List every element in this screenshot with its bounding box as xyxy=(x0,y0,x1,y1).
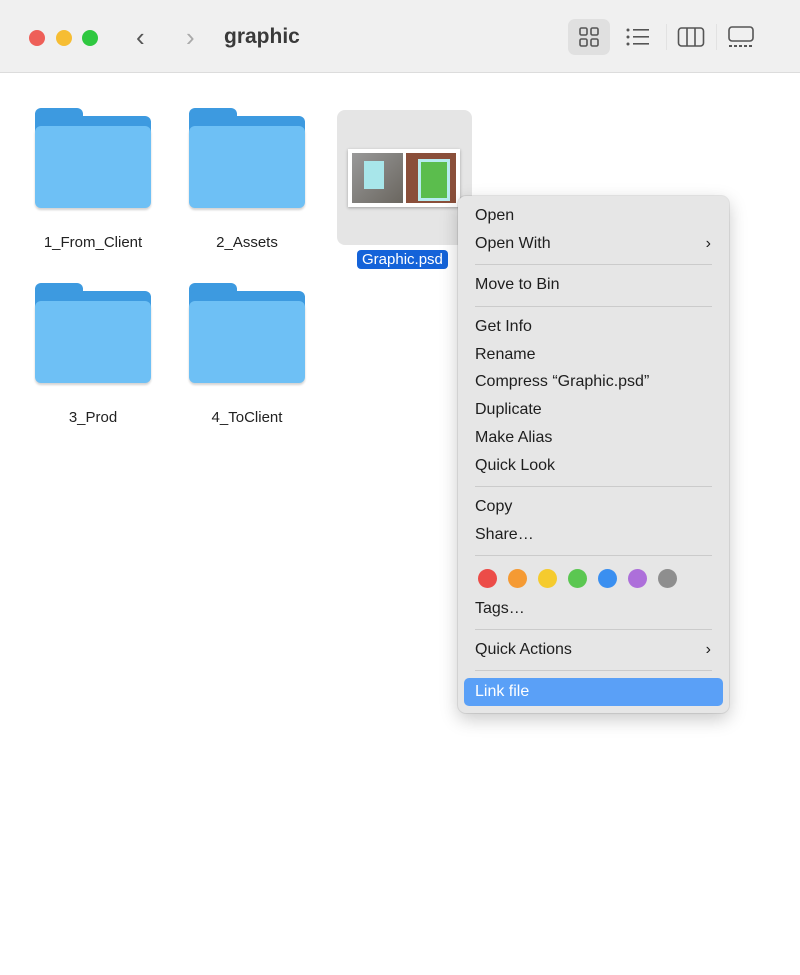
folder-icon xyxy=(33,108,153,208)
menu-item-link-file[interactable]: Link file xyxy=(464,678,723,706)
folder-label: 3_Prod xyxy=(23,409,163,426)
menu-separator xyxy=(464,549,723,563)
menu-item-label: Share… xyxy=(475,526,534,543)
close-button[interactable] xyxy=(29,30,45,46)
tag-yellow[interactable] xyxy=(538,569,557,588)
menu-item-move-to-bin[interactable]: Move to Bin xyxy=(464,271,723,299)
grid-icon xyxy=(578,26,600,48)
menu-item-label: Compress “Graphic.psd” xyxy=(475,373,649,390)
menu-item-label: Open With xyxy=(475,235,551,252)
divider xyxy=(716,24,717,50)
menu-separator xyxy=(464,664,723,678)
file-label[interactable]: Graphic.psd xyxy=(357,250,448,269)
tag-green[interactable] xyxy=(568,569,587,588)
menu-item-duplicate[interactable]: Duplicate xyxy=(464,396,723,424)
list-view-button[interactable] xyxy=(617,19,659,55)
folder-label: 2_Assets xyxy=(177,234,317,251)
folder-item[interactable]: 4_ToClient xyxy=(177,283,317,426)
folder-item[interactable]: 3_Prod xyxy=(23,283,163,426)
column-view-button[interactable] xyxy=(670,19,712,55)
menu-item-label: Duplicate xyxy=(475,401,542,418)
back-button[interactable]: ‹ xyxy=(136,22,145,53)
menu-item-tags[interactable]: Tags… xyxy=(464,595,723,623)
context-menu: Open Open With › Move to Bin Get Info Ren… xyxy=(458,196,729,713)
menu-separator xyxy=(464,257,723,271)
maximize-button[interactable] xyxy=(82,30,98,46)
file-thumbnail xyxy=(348,149,460,207)
tag-gray[interactable] xyxy=(658,569,677,588)
chevron-right-icon: › xyxy=(706,230,711,258)
tag-orange[interactable] xyxy=(508,569,527,588)
window-title: graphic xyxy=(224,25,300,49)
menu-item-quick-actions[interactable]: Quick Actions › xyxy=(464,636,723,664)
folder-icon xyxy=(33,283,153,383)
tag-colors xyxy=(464,563,723,595)
minimize-button[interactable] xyxy=(56,30,72,46)
tag-red[interactable] xyxy=(478,569,497,588)
menu-item-label: Copy xyxy=(475,498,512,515)
list-icon xyxy=(625,26,651,48)
folder-item[interactable]: 2_Assets xyxy=(177,108,317,251)
icon-view-button[interactable] xyxy=(568,19,610,55)
folder-item[interactable]: 1_From_Client xyxy=(23,108,163,251)
menu-item-copy[interactable]: Copy xyxy=(464,493,723,521)
divider xyxy=(666,24,667,50)
folder-label: 4_ToClient xyxy=(177,409,317,426)
menu-item-label: Quick Look xyxy=(475,457,555,474)
menu-item-open[interactable]: Open xyxy=(464,202,723,230)
gallery-icon xyxy=(727,25,755,49)
chevron-right-icon: › xyxy=(706,636,711,664)
folder-icon xyxy=(187,108,307,208)
menu-item-label: Move to Bin xyxy=(475,276,559,293)
menu-separator xyxy=(464,299,723,313)
forward-button[interactable]: › xyxy=(186,22,195,53)
menu-item-label: Rename xyxy=(475,346,535,363)
menu-item-open-with[interactable]: Open With › xyxy=(464,230,723,258)
menu-item-label: Make Alias xyxy=(475,429,552,446)
menu-item-label: Get Info xyxy=(475,318,532,335)
menu-item-make-alias[interactable]: Make Alias xyxy=(464,424,723,452)
menu-separator xyxy=(464,622,723,636)
tag-purple[interactable] xyxy=(628,569,647,588)
folder-label: 1_From_Client xyxy=(23,234,163,251)
menu-item-label: Link file xyxy=(475,683,529,700)
gallery-view-button[interactable] xyxy=(720,19,762,55)
menu-item-label: Open xyxy=(475,207,514,224)
folder-icon xyxy=(187,283,307,383)
toolbar: ‹ › graphic xyxy=(0,0,800,73)
tag-blue[interactable] xyxy=(598,569,617,588)
menu-item-get-info[interactable]: Get Info xyxy=(464,313,723,341)
menu-separator xyxy=(464,479,723,493)
menu-item-label: Quick Actions xyxy=(475,641,572,658)
menu-item-compress[interactable]: Compress “Graphic.psd” xyxy=(464,368,723,396)
menu-item-quick-look[interactable]: Quick Look xyxy=(464,452,723,480)
menu-item-label: Tags… xyxy=(475,600,525,617)
menu-item-share[interactable]: Share… xyxy=(464,521,723,549)
columns-icon xyxy=(677,26,705,48)
menu-item-rename[interactable]: Rename xyxy=(464,341,723,369)
